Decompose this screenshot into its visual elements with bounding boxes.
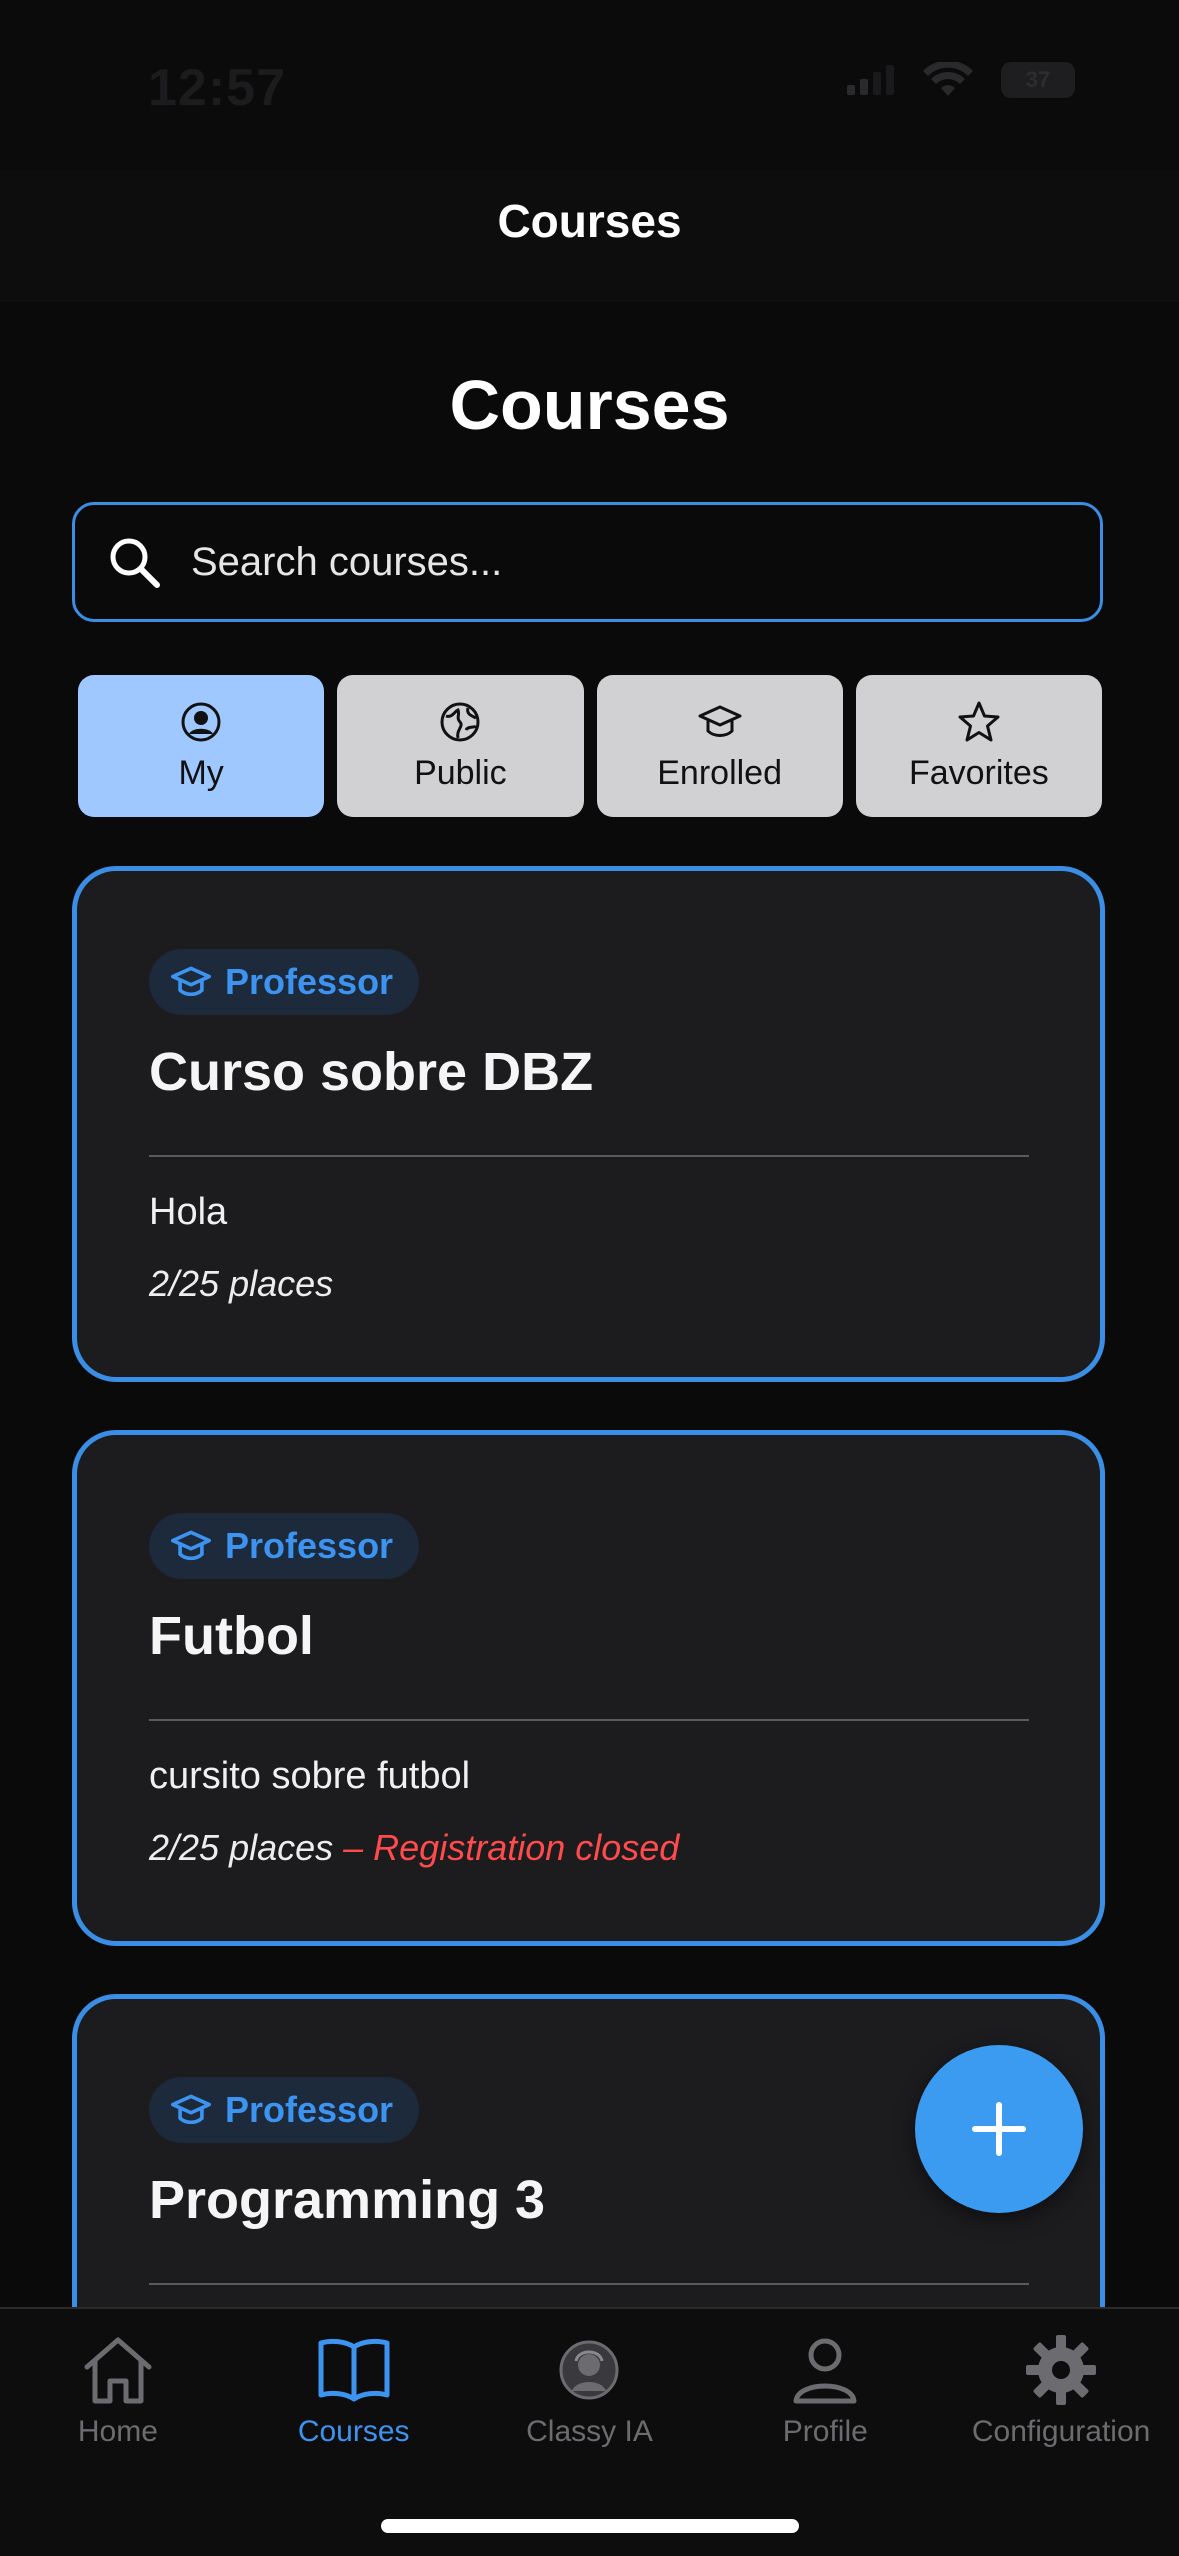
status-icons: 37 <box>847 62 1075 98</box>
role-label: Professor <box>225 1525 394 1566</box>
tab-bar-home[interactable]: Home <box>0 2309 236 2469</box>
battery-icon: 37 <box>1001 62 1075 98</box>
tab-favorites[interactable]: Favorites <box>855 675 1102 817</box>
tab-bar-classy-ia-label: Classy IA <box>526 2415 653 2448</box>
signal-icon <box>847 65 894 95</box>
course-title: Curso sobre DBZ <box>149 1042 594 1102</box>
search-input[interactable] <box>189 538 1073 586</box>
graduation-cap-icon <box>171 966 211 997</box>
course-card[interactable]: Professor Futbol cursito sobre futbol 2/… <box>72 1430 1105 1946</box>
course-places: 2/25 places – Registration closed <box>149 1827 679 1869</box>
star-icon <box>958 701 1000 741</box>
battery-level: 37 <box>1025 67 1051 92</box>
search-icon <box>110 538 160 588</box>
page-title: Courses <box>449 366 730 444</box>
graduation-cap-icon <box>698 705 742 737</box>
tab-favorites-label: Favorites <box>908 753 1049 792</box>
role-badge: Professor <box>149 949 420 1015</box>
home-icon <box>84 2337 152 2404</box>
graduation-cap-icon <box>171 2094 211 2125</box>
tab-bar-configuration[interactable]: Configuration <box>943 2309 1179 2469</box>
tab-public[interactable]: Public <box>337 675 584 817</box>
user-circle-icon <box>181 702 221 741</box>
course-description: cursito sobre futbol <box>149 1755 471 1797</box>
role-badge: Professor <box>149 1513 420 1579</box>
person-icon <box>793 2338 857 2404</box>
role-label: Professor <box>225 2089 394 2130</box>
globe-icon <box>440 702 480 741</box>
course-title: Programming 3 <box>149 2170 546 2230</box>
places-count: 2/25 places <box>149 1263 334 1304</box>
tab-bar-profile[interactable]: Profile <box>707 2309 943 2469</box>
graduation-cap-icon <box>171 1530 211 1561</box>
tab-public-label: Public <box>414 753 507 792</box>
gear-icon <box>1026 2335 1097 2405</box>
tab-enrolled[interactable]: Enrolled <box>596 675 843 817</box>
filter-tabs: My Public Enrolled Favorites <box>78 675 1102 817</box>
course-card[interactable]: Professor Curso sobre DBZ Hola 2/25 plac… <box>72 866 1105 1382</box>
tab-my[interactable]: My <box>78 675 325 817</box>
assistant-avatar-icon <box>559 2340 619 2400</box>
tab-bar-courses-label: Courses <box>297 2415 410 2448</box>
course-description: Hola <box>149 1191 228 1233</box>
role-label: Professor <box>225 961 394 1002</box>
role-badge: Professor <box>149 2077 420 2143</box>
tab-bar-configuration-label: Configuration <box>971 2415 1151 2448</box>
status-bar: 12:57 37 <box>0 0 1179 170</box>
course-title: Futbol <box>149 1606 314 1666</box>
navigation-header: Courses <box>0 170 1179 301</box>
plus-icon <box>972 2102 1026 2156</box>
tab-bar-courses[interactable]: Courses <box>236 2309 472 2469</box>
home-indicator[interactable] <box>381 2519 799 2533</box>
card-divider <box>149 2283 1029 2285</box>
tab-enrolled-label: Enrolled <box>657 753 782 792</box>
status-time: 12:57 <box>148 59 286 117</box>
add-course-button[interactable] <box>915 2045 1083 2213</box>
course-places: 2/25 places <box>149 1263 333 1305</box>
search-bar[interactable] <box>72 502 1103 622</box>
card-divider <box>149 1155 1029 1157</box>
registration-status: – Registration closed <box>333 1827 680 1868</box>
book-open-icon <box>318 2338 390 2402</box>
tab-bar-classy-ia[interactable]: Classy IA <box>472 2309 708 2469</box>
card-divider <box>149 1719 1029 1721</box>
places-count: 2/25 places <box>149 1827 334 1868</box>
header-title: Courses <box>497 195 682 247</box>
tab-bar-home-label: Home <box>77 2415 158 2448</box>
tab-my-label: My <box>178 753 224 792</box>
courses-screen: 12:57 37 Courses Courses Search courses.… <box>0 0 1179 2556</box>
wifi-icon <box>923 62 973 96</box>
tab-bar-profile-label: Profile <box>782 2415 868 2448</box>
